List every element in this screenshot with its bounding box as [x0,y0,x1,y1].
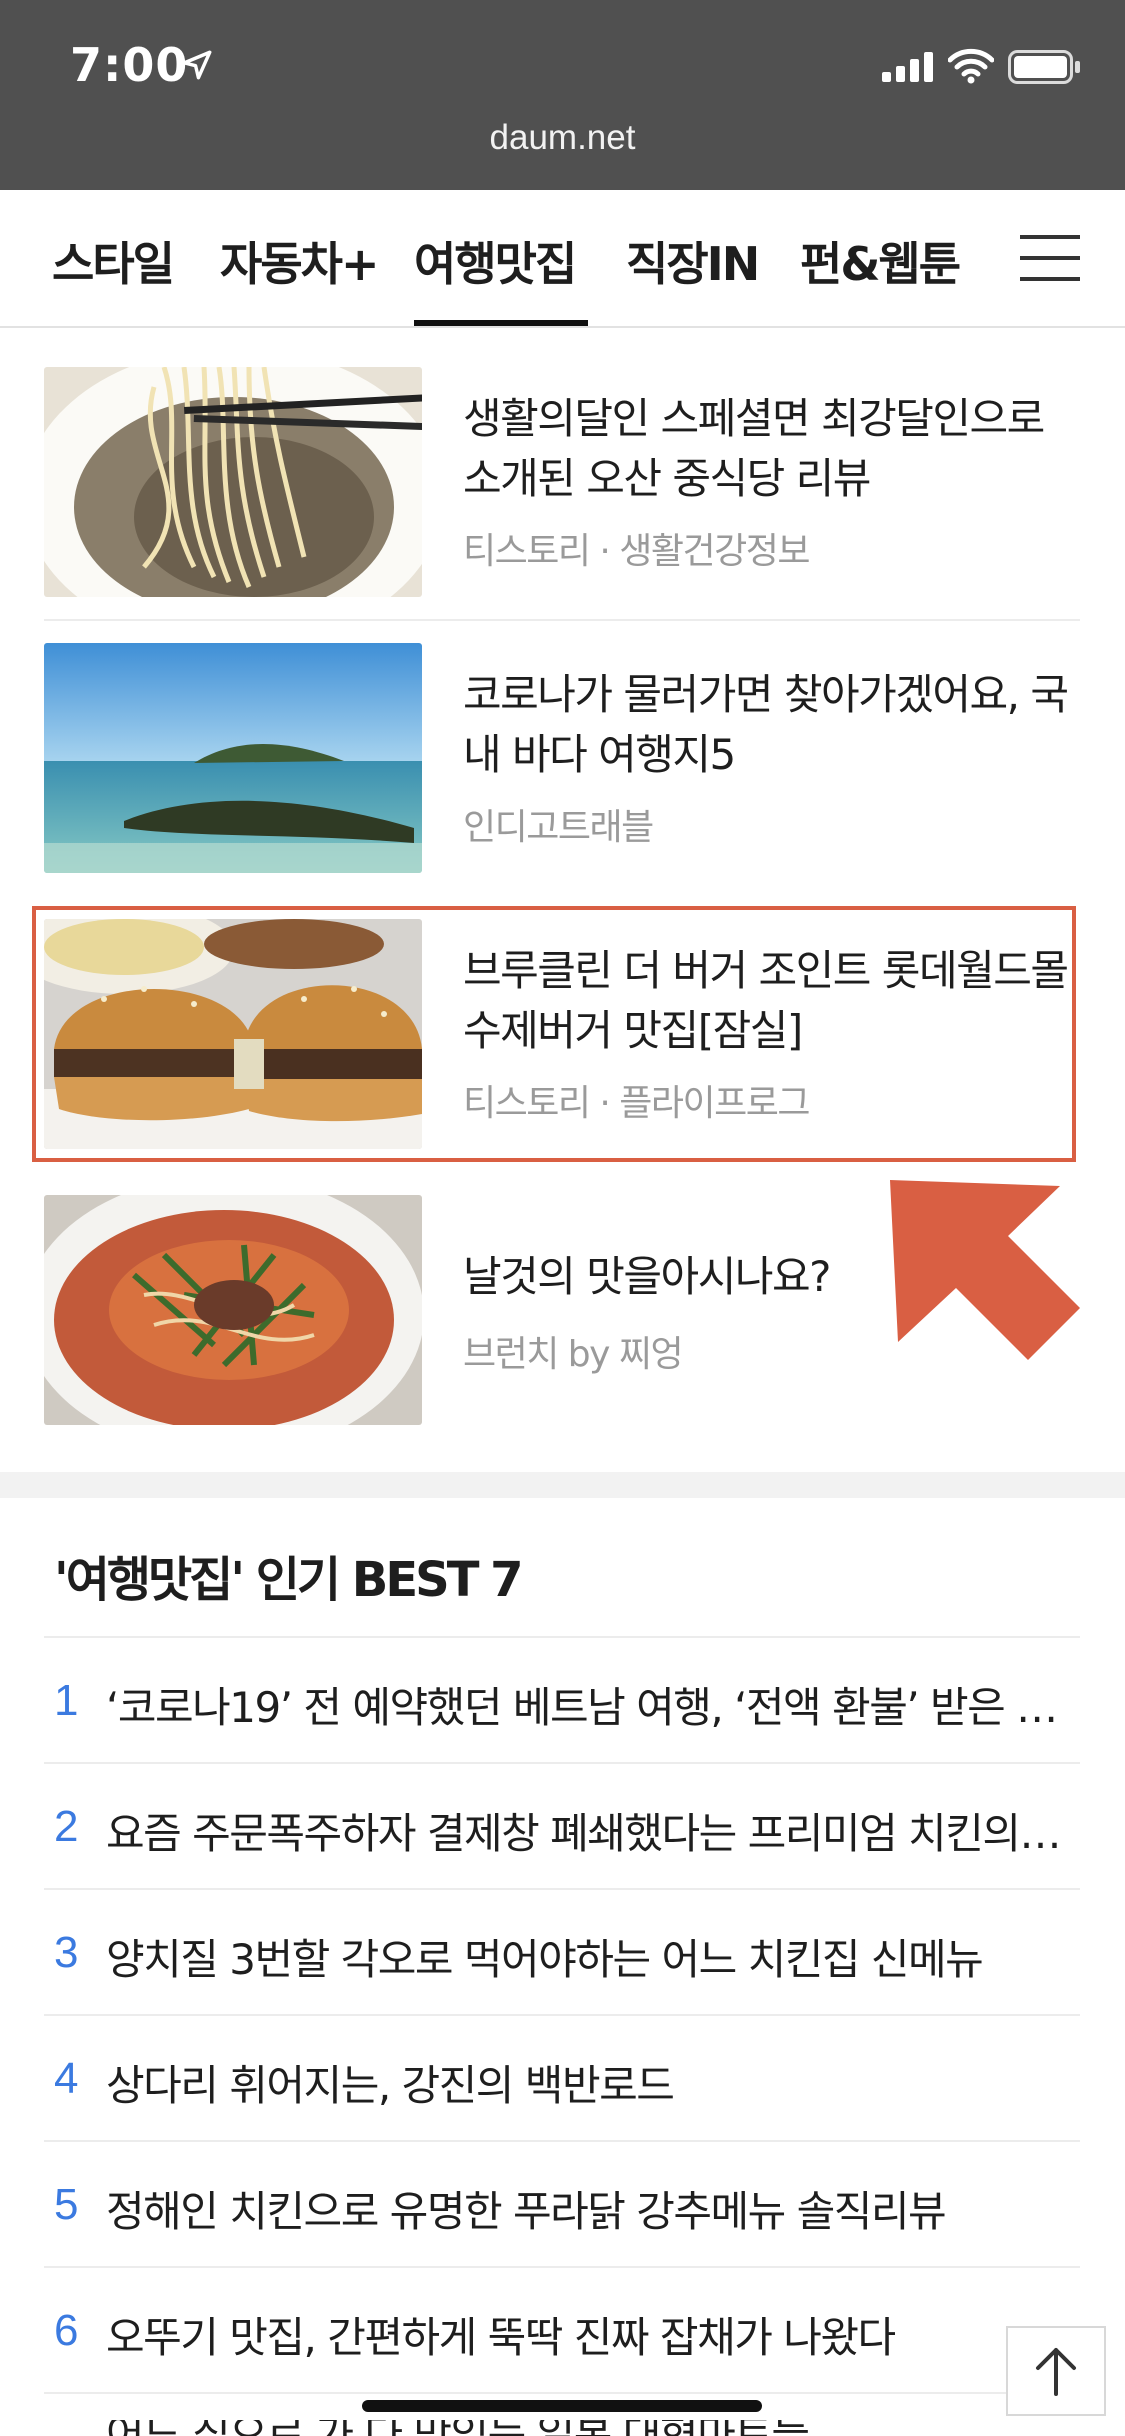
browser-top-bar: 7:00 daum.net [0,0,1125,190]
article-source: 티스토리 · 생활건강정보 [463,531,811,572]
tab-travel-food[interactable]: 여행맛집 [414,228,577,294]
rank-number: 1 [54,1676,79,1725]
rank-number: 6 [54,2306,79,2355]
rank-number: 4 [54,2054,79,2103]
tab-work[interactable]: 직장IN [626,228,760,294]
active-tab-indicator [414,320,588,326]
arrow-up-left-icon [890,1180,1080,1360]
rank-number: 3 [54,1928,79,1977]
category-nav: 스타일 자동차+ 여행맛집 직장IN 펀&웹툰 [0,190,1125,328]
ranked-item-title[interactable]: ‘코로나19’ 전 예약했던 베트남 여행, ‘전액 환불’ 받은 방법 [106,1674,1066,1735]
ranked-item[interactable]: 3 양치질 3번할 각오로 먹어야하는 어느 치킨집 신메뉴 [44,1888,1080,2016]
ranked-item[interactable]: 5 정해인 치킨으로 유명한 푸라닭 강추메뉴 솔직리뷰 [44,2140,1080,2268]
ranked-item-title[interactable]: 오뚜기 맛집, 간편하게 뚝딱 진짜 잡채가 나왔다 [106,2304,1006,2365]
home-indicator [362,2400,762,2412]
ranked-item[interactable]: 6 오뚜기 맛집, 간편하게 뚝딱 진짜 잡채가 나왔다 [44,2266,1080,2394]
article-source: 브런치 by 찌엉 [463,1334,684,1375]
article-title[interactable]: 코로나가 물러가면 찾아가겠어요, 국내 바다 여행지5 [463,665,1083,785]
arrow-up-icon [1036,2348,1076,2396]
article-title[interactable]: 생활의달인 스페셜면 최강달인으로 소개된 오산 중식당 리뷰 [463,389,1083,509]
hamburger-menu-icon[interactable] [1020,235,1080,281]
scroll-top-button[interactable] [1006,2326,1106,2416]
rank-number: 5 [54,2180,79,2229]
signal-icon [882,52,933,82]
wifi-icon [948,48,994,84]
highlight-box [32,906,1076,1162]
ranked-item[interactable]: 4 상다리 휘어지는, 강진의 백반로드 [44,2014,1080,2142]
rank-number: 2 [54,1802,79,1851]
article-thumbnail[interactable] [44,643,422,873]
battery-icon [1008,50,1080,84]
section-divider [0,1472,1125,1498]
article-item[interactable]: 생활의달인 스페셜면 최강달인으로 소개된 오산 중식당 리뷰 티스토리 · 생… [0,367,1125,643]
article-thumbnail[interactable] [44,1195,422,1425]
tab-fun-webtoon[interactable]: 펀&웹툰 [800,228,961,294]
ranked-item-title[interactable]: 양치질 3번할 각오로 먹어야하는 어느 치킨집 신메뉴 [106,1926,1066,1987]
tab-style[interactable]: 스타일 [52,228,175,294]
ranked-item[interactable]: 2 요즘 주문폭주하자 결제창 폐쇄했다는 프리미엄 치킨의 정체 [44,1762,1080,1890]
status-time: 7:00 [70,38,189,92]
ranked-item-title[interactable]: 상다리 휘어지는, 강진의 백반로드 [106,2052,1066,2113]
url-bar[interactable]: daum.net [0,118,1125,158]
article-source: 인디고트래블 [463,807,654,848]
article-item[interactable]: 코로나가 물러가면 찾아가겠어요, 국내 바다 여행지5 인디고트래블 [0,643,1125,919]
location-arrow-icon [182,50,212,80]
ranked-item-partial[interactable]: 어느 집으로 가 다 맛있는 일본 대형마트들 [106,2420,808,2436]
ranked-item-title[interactable]: 요즘 주문폭주하자 결제창 폐쇄했다는 프리미엄 치킨의 정체 [106,1800,1066,1861]
divider [44,619,1080,621]
divider [44,2392,1080,2394]
ranked-item[interactable]: 1 ‘코로나19’ 전 예약했던 베트남 여행, ‘전액 환불’ 받은 방법 [44,1636,1080,1764]
best-section-heading: '여행맛집' 인기 BEST 7 [54,1552,524,1608]
article-thumbnail[interactable] [44,367,422,597]
tab-cars[interactable]: 자동차+ [220,228,380,294]
ranked-item-title[interactable]: 정해인 치킨으로 유명한 푸라닭 강추메뉴 솔직리뷰 [106,2178,1066,2239]
